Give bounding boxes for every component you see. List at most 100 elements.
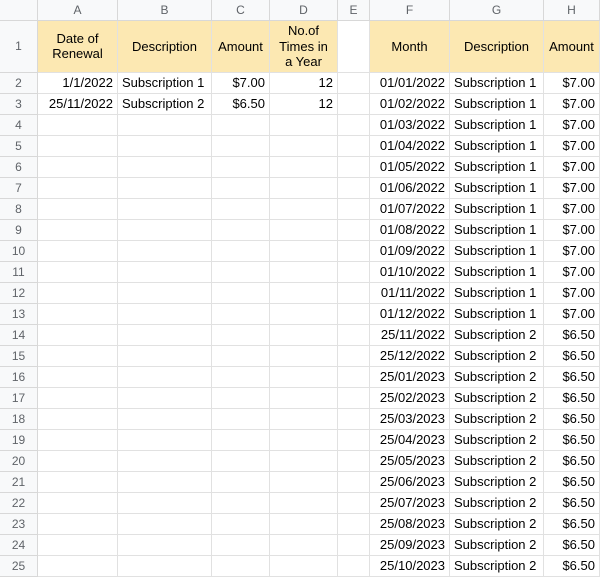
cell-B6[interactable] [118, 157, 212, 178]
row-header-16[interactable]: 16 [0, 367, 38, 388]
cell-E8[interactable] [338, 199, 370, 220]
cell-A10[interactable] [38, 241, 118, 262]
row-header-23[interactable]: 23 [0, 514, 38, 535]
cell-B12[interactable] [118, 283, 212, 304]
cell-F10[interactable]: 01/09/2022 [370, 241, 450, 262]
row-header-4[interactable]: 4 [0, 115, 38, 136]
col-header-E[interactable]: E [338, 0, 370, 21]
cell-G21[interactable]: Subscription 2 [450, 472, 544, 493]
cell-A23[interactable] [38, 514, 118, 535]
cell-C5[interactable] [212, 136, 270, 157]
cell-D22[interactable] [270, 493, 338, 514]
row-header-24[interactable]: 24 [0, 535, 38, 556]
col-header-G[interactable]: G [450, 0, 544, 21]
cell-A24[interactable] [38, 535, 118, 556]
cell-D13[interactable] [270, 304, 338, 325]
cell-C13[interactable] [212, 304, 270, 325]
cell-G19[interactable]: Subscription 2 [450, 430, 544, 451]
cell-E23[interactable] [338, 514, 370, 535]
cell-C21[interactable] [212, 472, 270, 493]
cell-F20[interactable]: 25/05/2023 [370, 451, 450, 472]
cell-G5[interactable]: Subscription 1 [450, 136, 544, 157]
cell-H2[interactable]: $7.00 [544, 73, 600, 94]
cell-G9[interactable]: Subscription 1 [450, 220, 544, 241]
cell-C14[interactable] [212, 325, 270, 346]
cell-F23[interactable]: 25/08/2023 [370, 514, 450, 535]
cell-A22[interactable] [38, 493, 118, 514]
cell-D10[interactable] [270, 241, 338, 262]
cell-D12[interactable] [270, 283, 338, 304]
cell-D9[interactable] [270, 220, 338, 241]
header-right-H[interactable]: Amount [544, 21, 600, 73]
cell-E21[interactable] [338, 472, 370, 493]
cell-A19[interactable] [38, 430, 118, 451]
cell-G10[interactable]: Subscription 1 [450, 241, 544, 262]
cell-F14[interactable]: 25/11/2022 [370, 325, 450, 346]
cell-E16[interactable] [338, 367, 370, 388]
cell-E5[interactable] [338, 136, 370, 157]
cell-A17[interactable] [38, 388, 118, 409]
cell-E10[interactable] [338, 241, 370, 262]
cell-C19[interactable] [212, 430, 270, 451]
cell-C3[interactable]: $6.50 [212, 94, 270, 115]
cell-E14[interactable] [338, 325, 370, 346]
header-left-D[interactable]: No.of Times in a Year [270, 21, 338, 73]
cell-G3[interactable]: Subscription 1 [450, 94, 544, 115]
cell-H23[interactable]: $6.50 [544, 514, 600, 535]
cell-B3[interactable]: Subscription 2 [118, 94, 212, 115]
col-header-H[interactable]: H [544, 0, 600, 21]
cell-G14[interactable]: Subscription 2 [450, 325, 544, 346]
cell-F8[interactable]: 01/07/2022 [370, 199, 450, 220]
cell-C23[interactable] [212, 514, 270, 535]
cell-C17[interactable] [212, 388, 270, 409]
cell-B25[interactable] [118, 556, 212, 577]
cell-A14[interactable] [38, 325, 118, 346]
cell-D15[interactable] [270, 346, 338, 367]
row-header-17[interactable]: 17 [0, 388, 38, 409]
cell-B11[interactable] [118, 262, 212, 283]
cell-E13[interactable] [338, 304, 370, 325]
cell-E4[interactable] [338, 115, 370, 136]
cell-C11[interactable] [212, 262, 270, 283]
cell-A3[interactable]: 25/11/2022 [38, 94, 118, 115]
cell-H3[interactable]: $7.00 [544, 94, 600, 115]
cell-D21[interactable] [270, 472, 338, 493]
cell-G13[interactable]: Subscription 1 [450, 304, 544, 325]
row-header-21[interactable]: 21 [0, 472, 38, 493]
cell-D8[interactable] [270, 199, 338, 220]
cell-D2[interactable]: 12 [270, 73, 338, 94]
cell-E3[interactable] [338, 94, 370, 115]
cell-H6[interactable]: $7.00 [544, 157, 600, 178]
cell-H21[interactable]: $6.50 [544, 472, 600, 493]
cell-H17[interactable]: $6.50 [544, 388, 600, 409]
cell-G24[interactable]: Subscription 2 [450, 535, 544, 556]
cell-F25[interactable]: 25/10/2023 [370, 556, 450, 577]
cell-G12[interactable]: Subscription 1 [450, 283, 544, 304]
cell-A15[interactable] [38, 346, 118, 367]
cell-E2[interactable] [338, 73, 370, 94]
cell-A25[interactable] [38, 556, 118, 577]
cell-F7[interactable]: 01/06/2022 [370, 178, 450, 199]
cell-H19[interactable]: $6.50 [544, 430, 600, 451]
cell-F21[interactable]: 25/06/2023 [370, 472, 450, 493]
cell-C6[interactable] [212, 157, 270, 178]
cell-C15[interactable] [212, 346, 270, 367]
cell-H20[interactable]: $6.50 [544, 451, 600, 472]
cell-G8[interactable]: Subscription 1 [450, 199, 544, 220]
cell-H16[interactable]: $6.50 [544, 367, 600, 388]
cell-B15[interactable] [118, 346, 212, 367]
cell-C4[interactable] [212, 115, 270, 136]
cell-G15[interactable]: Subscription 2 [450, 346, 544, 367]
cell-E22[interactable] [338, 493, 370, 514]
cell-E19[interactable] [338, 430, 370, 451]
cell-B4[interactable] [118, 115, 212, 136]
cell-A18[interactable] [38, 409, 118, 430]
col-header-D[interactable]: D [270, 0, 338, 21]
cell-H18[interactable]: $6.50 [544, 409, 600, 430]
cell-H7[interactable]: $7.00 [544, 178, 600, 199]
cell-C7[interactable] [212, 178, 270, 199]
cell-F11[interactable]: 01/10/2022 [370, 262, 450, 283]
col-header-A[interactable]: A [38, 0, 118, 21]
header-left-B[interactable]: Description [118, 21, 212, 73]
row-header-6[interactable]: 6 [0, 157, 38, 178]
